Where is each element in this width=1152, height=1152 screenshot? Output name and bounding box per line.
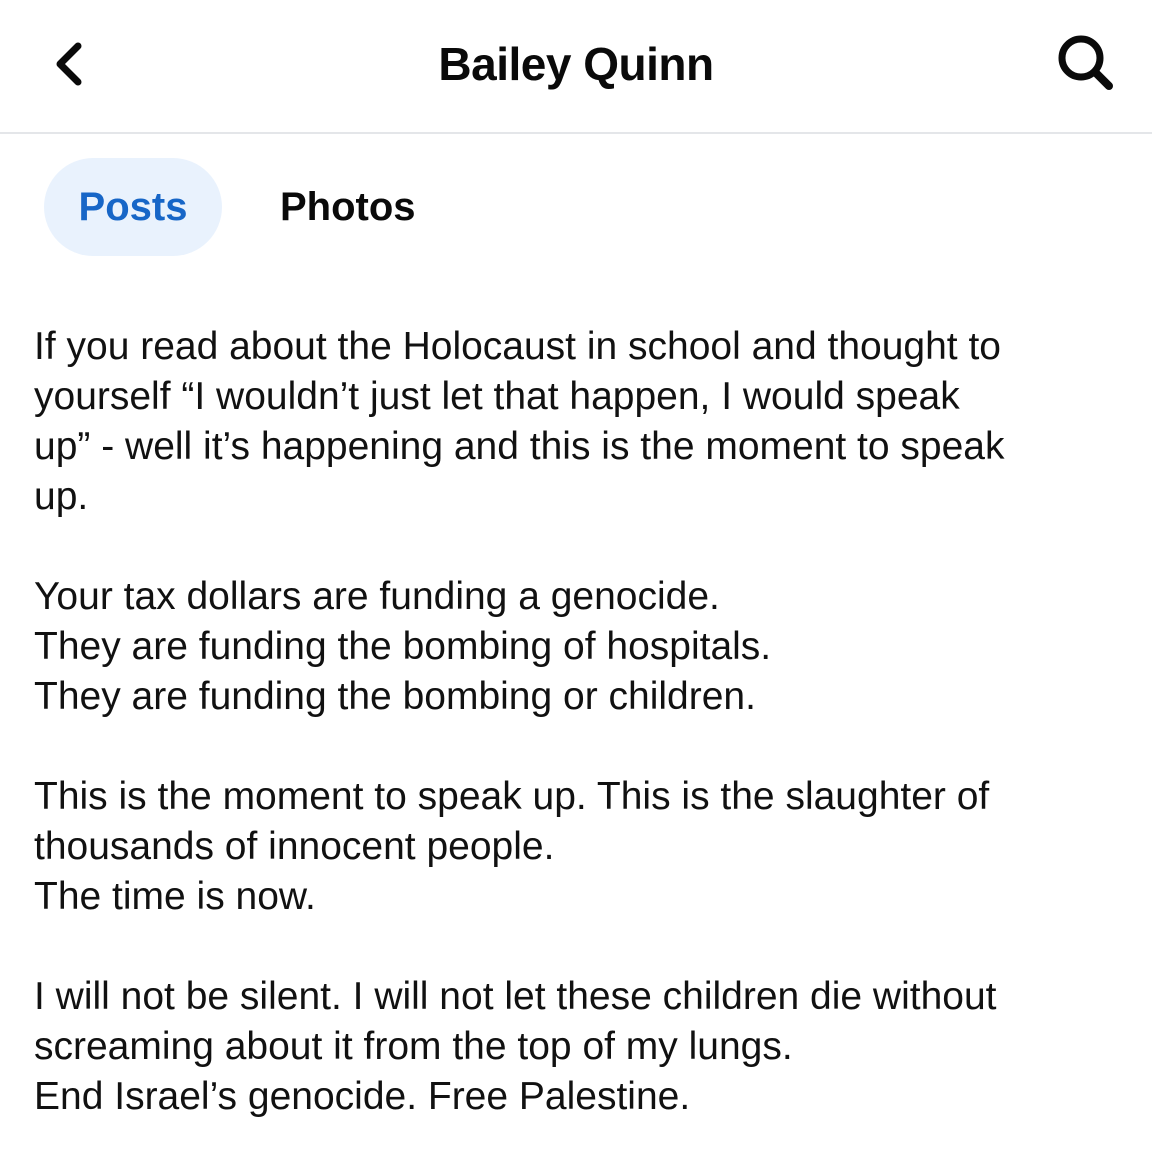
post-line: yourself “I wouldn’t just let that happe… <box>34 375 960 418</box>
post-paragraph: If you read about the Holocaust in schoo… <box>34 322 1134 522</box>
post-line: I will not be silent. I will not let the… <box>34 975 997 1018</box>
tab-posts[interactable]: Posts <box>44 158 222 256</box>
post-line: This is the moment to speak up. This is … <box>34 775 990 818</box>
post-line: The time is now. <box>34 875 316 918</box>
post-line: They are funding the bombing or children… <box>34 675 756 718</box>
post-line: If you read about the Holocaust in schoo… <box>34 325 1002 368</box>
post-line: thousands of innocent people. <box>34 825 555 868</box>
post-paragraph: Your tax dollars are funding a genocide.… <box>34 572 1134 722</box>
post-line: They are funding the bombing of hospital… <box>34 625 772 668</box>
post-line: Your tax dollars are funding a genocide. <box>34 575 720 618</box>
post-paragraph: I will not be silent. I will not let the… <box>34 972 1134 1122</box>
profile-tabs: Posts Photos <box>44 158 416 256</box>
top-nav-bar: Bailey Quinn <box>0 0 1152 134</box>
post-line: End Israel’s genocide. Free Palestine. <box>34 1075 691 1118</box>
post-line: up. <box>34 475 89 518</box>
post-line: screaming about it from the top of my lu… <box>34 1025 793 1068</box>
search-icon <box>1055 32 1117 99</box>
page-title: Bailey Quinn <box>438 38 714 90</box>
post-body: If you read about the Holocaust in schoo… <box>34 322 1134 1122</box>
search-button[interactable] <box>1048 30 1124 100</box>
profile-page: Bailey Quinn Posts Photos If you read ab… <box>0 0 1152 1152</box>
post-line: up” - well it’s happening and this is th… <box>34 425 1005 468</box>
tab-photos[interactable]: Photos <box>280 158 416 256</box>
post-paragraph: This is the moment to speak up. This is … <box>34 772 1134 922</box>
